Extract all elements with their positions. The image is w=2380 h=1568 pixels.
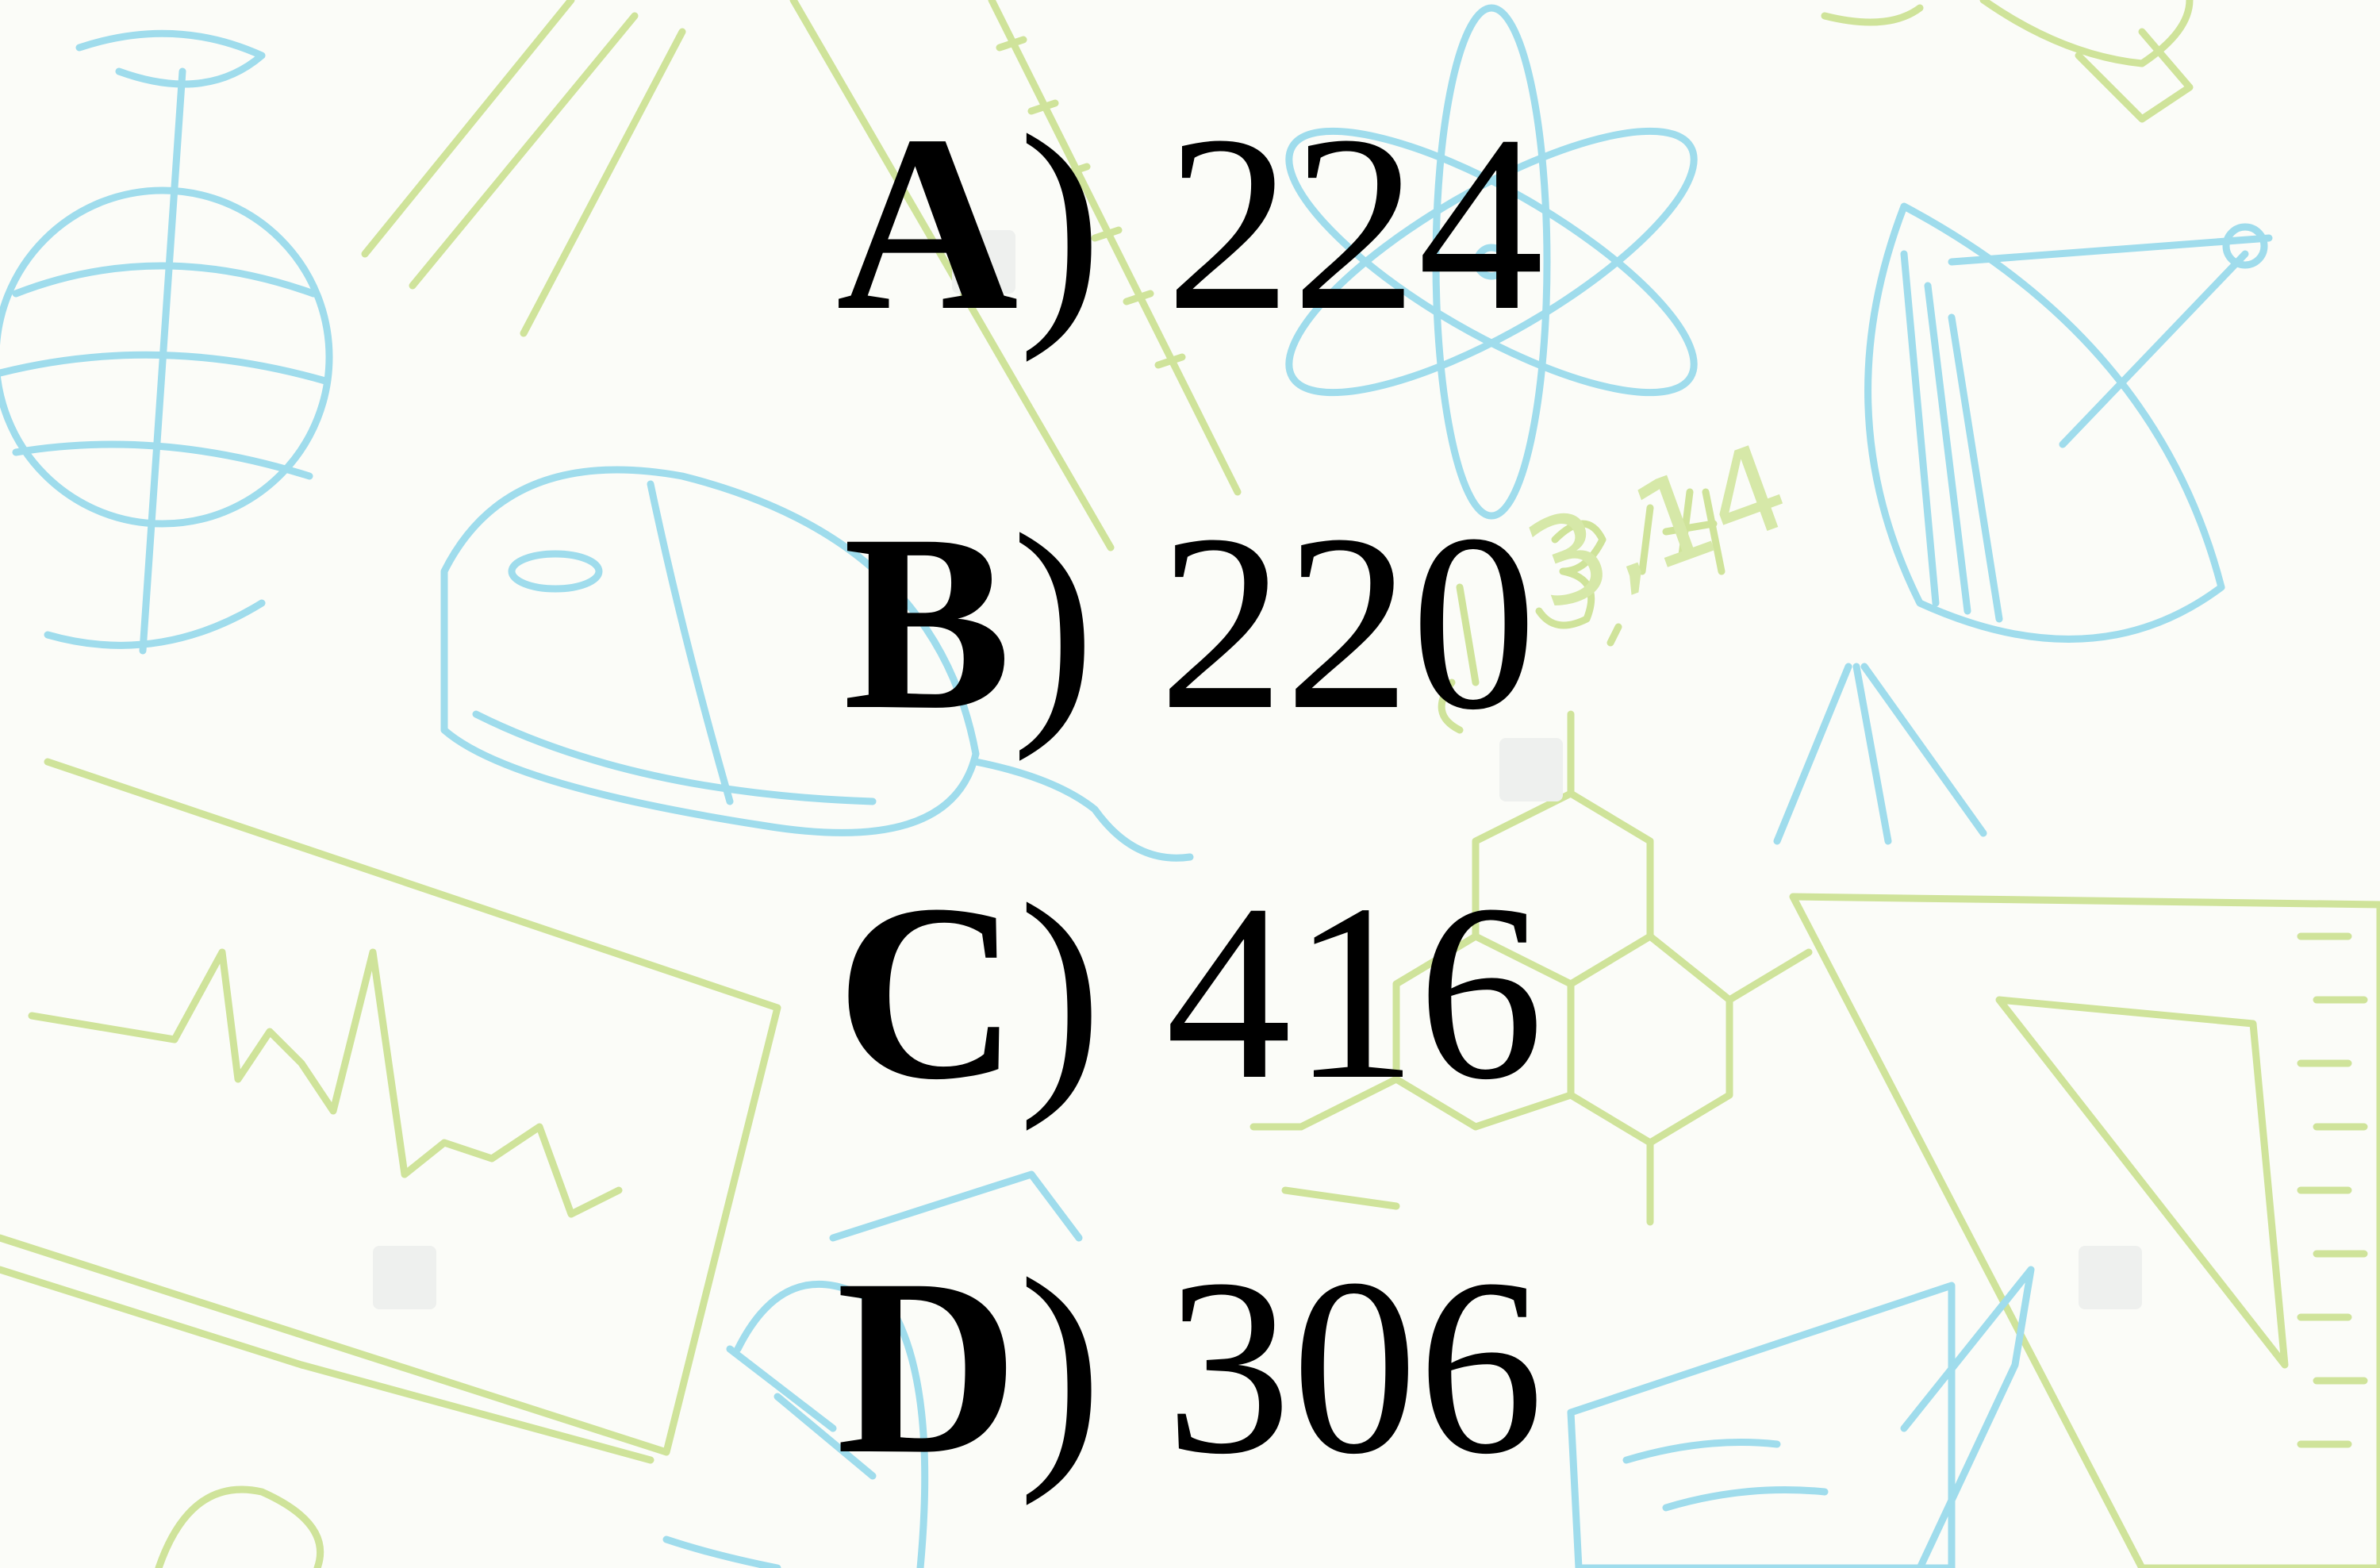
option-separator: ) xyxy=(1011,482,1096,762)
quiz-answer-card: 3,14 A) 224 B) 220 C) 416 D) 306 xyxy=(0,0,2380,1568)
answer-option-b[interactable]: B) 220 xyxy=(0,496,2380,748)
option-value: 306 xyxy=(1165,1227,1545,1506)
option-letter: A xyxy=(835,83,1019,363)
option-value: 416 xyxy=(1165,852,1545,1132)
option-letter: D xyxy=(835,1227,1019,1506)
answer-option-d[interactable]: D) 306 xyxy=(0,1240,2380,1493)
answer-option-c[interactable]: C) 416 xyxy=(0,866,2380,1118)
option-letter: B xyxy=(843,482,1012,762)
answer-option-a[interactable]: A) 224 xyxy=(0,97,2380,349)
option-value: 220 xyxy=(1158,482,1537,762)
option-separator: ) xyxy=(1018,852,1103,1132)
option-value: 224 xyxy=(1165,83,1545,363)
option-separator: ) xyxy=(1018,83,1103,363)
option-separator: ) xyxy=(1018,1227,1103,1506)
option-letter: C xyxy=(835,852,1019,1132)
